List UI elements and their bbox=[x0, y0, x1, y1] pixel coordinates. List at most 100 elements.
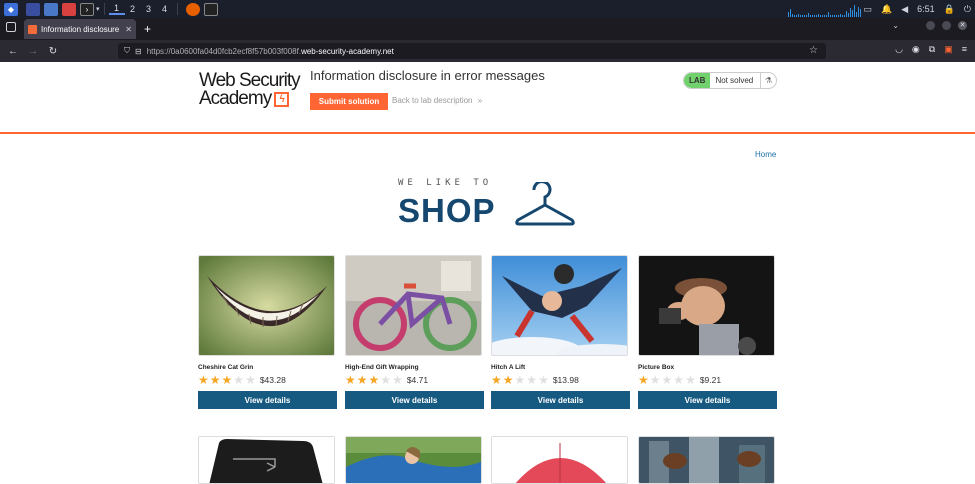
extension-badge-icon[interactable]: ▣ bbox=[944, 44, 953, 55]
product-price: $4.71 bbox=[406, 375, 429, 385]
workspace-2[interactable]: 2 bbox=[125, 4, 141, 14]
star-icon: ★ bbox=[491, 373, 502, 387]
product-image[interactable] bbox=[345, 436, 482, 484]
extensions-icon[interactable]: ⧉ bbox=[929, 44, 935, 55]
star-icon: ★ bbox=[685, 373, 696, 387]
window-controls: ⌄ ✕ bbox=[892, 21, 967, 30]
tab-list-chevron-icon[interactable]: ⌄ bbox=[892, 21, 899, 30]
lab-status-widget: LAB Not solved ⚗ bbox=[683, 72, 777, 89]
view-details-button[interactable]: View details bbox=[638, 391, 777, 409]
shop-banner: WE LIKE TO SHOP bbox=[398, 178, 578, 232]
star-icon: ★ bbox=[245, 373, 256, 387]
browser-tab-strip: Information disclosure in ✕ + ⌄ ✕ bbox=[0, 18, 975, 40]
taskbar-divider bbox=[103, 3, 105, 15]
star-icon: ★ bbox=[526, 373, 538, 387]
maximize-button[interactable] bbox=[942, 21, 951, 30]
product-name: Hitch A Lift bbox=[491, 364, 526, 371]
back-to-lab-description-link[interactable]: Back to lab description » bbox=[392, 96, 482, 105]
view-details-button[interactable]: View details bbox=[491, 391, 630, 409]
back-arrow-icon[interactable]: ← bbox=[4, 46, 22, 57]
lab-title: Information disclosure in error messages bbox=[310, 68, 545, 83]
firefox-icon[interactable] bbox=[185, 2, 200, 16]
tab-title: Information disclosure in bbox=[41, 24, 123, 34]
star-icon: ★ bbox=[345, 373, 356, 387]
star-icon: ★ bbox=[209, 373, 221, 387]
os-taskbar: ◆ › ▾ 1 2 3 4 ▭ 🔔 ◀ 6:51 🔒 ⏻ bbox=[0, 0, 975, 18]
volume-icon[interactable]: ◀ bbox=[901, 4, 908, 15]
browser-navbar: ← → ↻ ⛉ ⊟ https://0a0600fa04d0fcb2ecf8f5… bbox=[0, 40, 975, 62]
pocket-icon[interactable]: ◡ bbox=[895, 44, 903, 55]
display-icon[interactable]: ▭ bbox=[863, 4, 872, 15]
new-tab-button[interactable]: + bbox=[144, 22, 151, 36]
terminal-icon[interactable]: › bbox=[80, 2, 94, 16]
workspace-1[interactable]: 1 bbox=[108, 3, 125, 15]
product-image[interactable] bbox=[491, 436, 628, 484]
launcher-icon[interactable]: ◆ bbox=[4, 2, 18, 16]
workspace-4[interactable]: 4 bbox=[157, 4, 173, 14]
web-security-academy-logo[interactable]: Web Security Academy ϟ bbox=[199, 71, 301, 110]
browser-tab-active[interactable]: Information disclosure in ✕ bbox=[24, 19, 136, 39]
workspace-3[interactable]: 3 bbox=[141, 4, 157, 14]
bookmark-star-icon[interactable]: ☆ bbox=[809, 45, 818, 56]
star-icon: ★ bbox=[392, 373, 403, 387]
view-details-button[interactable]: View details bbox=[345, 391, 484, 409]
lock-icon[interactable]: ⊟ bbox=[135, 47, 142, 56]
chevron-down-icon[interactable]: ▾ bbox=[96, 5, 100, 13]
star-icon: ★ bbox=[233, 373, 245, 387]
product-image[interactable] bbox=[345, 255, 482, 356]
view-details-button[interactable]: View details bbox=[198, 391, 337, 409]
product-price: $43.28 bbox=[259, 375, 286, 385]
star-icon: ★ bbox=[514, 373, 526, 387]
star-icon: ★ bbox=[221, 373, 233, 387]
text-editor-icon[interactable] bbox=[62, 2, 76, 16]
product-rating: ★ ★ ★ ★ ★ $4.71 bbox=[345, 374, 484, 386]
logo-mark-icon: ϟ bbox=[274, 91, 290, 107]
lab-badge: LAB bbox=[684, 73, 711, 88]
menu-icon[interactable]: ≡ bbox=[962, 44, 967, 55]
star-icon: ★ bbox=[638, 373, 649, 387]
web-page: Web Security Academy ϟ Information discl… bbox=[0, 62, 975, 484]
close-window-button[interactable]: ✕ bbox=[958, 21, 967, 30]
desktop-icon[interactable] bbox=[26, 2, 40, 16]
lock-icon[interactable]: 🔒 bbox=[944, 4, 955, 15]
lab-status-text: Not solved bbox=[715, 76, 754, 85]
network-graph bbox=[788, 3, 862, 17]
reload-icon[interactable]: ↻ bbox=[44, 46, 62, 57]
product-image[interactable] bbox=[198, 436, 335, 484]
submit-solution-button[interactable]: Submit solution bbox=[310, 93, 388, 110]
shield-icon[interactable]: ⛉ bbox=[124, 46, 130, 56]
product-image[interactable] bbox=[638, 255, 775, 356]
flask-icon: ⚗ bbox=[760, 73, 776, 88]
product-image[interactable] bbox=[198, 255, 335, 356]
url-host: web-security-academy.net bbox=[301, 46, 394, 56]
terminal-window-icon[interactable] bbox=[203, 2, 218, 16]
product-name: High-End Gift Wrapping bbox=[345, 364, 419, 371]
system-tray: ▭ 🔔 ◀ 6:51 🔒 ⏻ bbox=[863, 0, 971, 18]
product-image[interactable] bbox=[638, 436, 775, 484]
home-link[interactable]: Home bbox=[755, 150, 776, 159]
minimize-button[interactable] bbox=[926, 21, 935, 30]
file-manager-icon[interactable] bbox=[44, 2, 58, 16]
product-card bbox=[345, 436, 484, 484]
account-icon[interactable]: ◉ bbox=[912, 44, 920, 55]
product-card: Cheshire Cat Grin ★ ★ ★ ★ ★ $43.28 View deta… bbox=[198, 255, 337, 409]
power-icon[interactable]: ⏻ bbox=[964, 4, 971, 15]
toolbar-right: ◡ ◉ ⧉ ▣ ≡ bbox=[895, 44, 967, 55]
product-price: $9.21 bbox=[699, 375, 722, 385]
url-bar[interactable]: ⛉ ⊟ https://0a0600fa04d0fcb2ecf8f57b003f… bbox=[118, 43, 826, 59]
star-icon: ★ bbox=[661, 373, 673, 387]
logo-line-2: Academy ϟ bbox=[199, 88, 301, 109]
logo-line-2-text: Academy bbox=[199, 88, 272, 109]
product-name: Picture Box bbox=[638, 364, 675, 371]
product-name: Cheshire Cat Grin bbox=[198, 364, 254, 371]
product-image[interactable] bbox=[491, 255, 628, 356]
lab-header: Web Security Academy ϟ Information discl… bbox=[0, 62, 975, 134]
forward-arrow-icon[interactable]: → bbox=[24, 46, 42, 57]
star-icon: ★ bbox=[502, 373, 514, 387]
product-rating: ★ ★ ★ ★ ★ $9.21 bbox=[638, 374, 777, 386]
tab-overview-icon[interactable] bbox=[6, 22, 16, 32]
notification-bell-icon[interactable]: 🔔 bbox=[881, 4, 892, 15]
clock[interactable]: 6:51 bbox=[917, 4, 935, 14]
close-icon[interactable]: ✕ bbox=[125, 25, 132, 34]
product-card bbox=[638, 436, 777, 484]
